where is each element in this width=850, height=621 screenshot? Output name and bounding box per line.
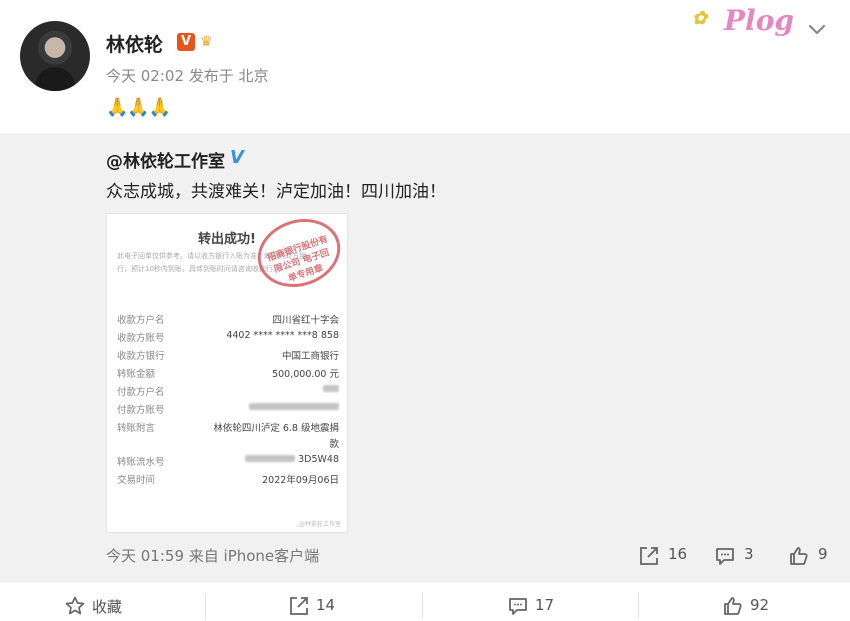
divider bbox=[638, 593, 639, 619]
like-count: 9 bbox=[818, 545, 828, 563]
divider bbox=[205, 593, 206, 619]
redacted-value bbox=[323, 384, 339, 395]
repost-text: 众志成城，共渡难关！泸定加油！四川加油！ bbox=[106, 182, 446, 202]
post-meta: 今天 02:02 发布于 北京 bbox=[106, 67, 269, 85]
verified-badge-icon: V bbox=[230, 147, 244, 168]
username[interactable]: 林依轮 bbox=[106, 30, 163, 57]
plog-sticker: ✿ Plog bbox=[692, 4, 794, 44]
favorite-label: 收藏 bbox=[92, 598, 123, 616]
row-value: 款 bbox=[329, 439, 339, 450]
stamp-text: 招商银行股份有限公司 电子回单专用章 bbox=[266, 234, 331, 285]
repost-card[interactable]: @林依轮工作室 V 众志成城，共渡难关！泸定加油！四川加油！ 转出成功! 此电子… bbox=[0, 133, 850, 583]
row-label: 收款方银行 bbox=[117, 351, 165, 362]
row-label: 付款方账号 bbox=[117, 405, 165, 416]
redacted-value bbox=[249, 402, 339, 413]
thumbs-up-icon bbox=[724, 597, 742, 615]
row-value: 四川省红十字会 bbox=[272, 315, 339, 326]
post-text: 🙏🙏🙏 bbox=[106, 97, 171, 118]
row-value: 林依轮四川泸定 6.8 级地震捐 bbox=[213, 423, 339, 434]
like-count: 92 bbox=[750, 596, 770, 614]
thumbs-up-icon bbox=[790, 547, 808, 565]
action-bar: 收藏 14 17 92 bbox=[0, 583, 850, 621]
row-value: 4402 **** **** ***8 858 bbox=[226, 330, 339, 341]
vip-badge[interactable]: V bbox=[177, 33, 195, 51]
stamp-seal: 招商银行股份有限公司 电子回单专用章 bbox=[248, 208, 350, 298]
row-value: 2022年09月06日 bbox=[262, 475, 339, 486]
forward-count: 16 bbox=[668, 545, 688, 563]
row-label: 收款方户名 bbox=[117, 315, 165, 326]
share-icon bbox=[640, 547, 658, 565]
receipt-watermark: @林依轮工作室 bbox=[298, 521, 341, 528]
avatar[interactable] bbox=[20, 21, 90, 91]
share-icon bbox=[290, 597, 308, 615]
repost-author[interactable]: @林依轮工作室 bbox=[106, 147, 225, 172]
divider bbox=[422, 593, 423, 619]
row-label: 转账流水号 bbox=[117, 457, 165, 468]
receipt-image[interactable]: 转出成功! 此电子回单仅供参考。请以收方银行入账为准，如已到对方银行，预计10秒… bbox=[106, 208, 350, 533]
comment-count: 17 bbox=[535, 596, 555, 614]
repost-count: 14 bbox=[316, 596, 336, 614]
row-label: 交易时间 bbox=[117, 475, 156, 486]
repost-source: 今天 01:59 来自 iPhone客户端 bbox=[106, 547, 320, 565]
crown-badge-icon[interactable]: ♛ bbox=[200, 32, 224, 52]
comment-icon bbox=[509, 598, 527, 615]
serial-suffix: 3D5W48 bbox=[298, 454, 339, 465]
row-label: 转账附言 bbox=[117, 423, 156, 434]
post-header: 林依轮 V ♛ 今天 02:02 发布于 北京 🙏🙏🙏 ✿ Plog bbox=[0, 0, 850, 133]
row-label: 转账金额 bbox=[117, 369, 156, 380]
flower-icon: ✿ bbox=[692, 8, 708, 29]
row-label: 付款方户名 bbox=[117, 387, 165, 398]
chevron-down-icon[interactable] bbox=[806, 18, 828, 40]
row-value: 3D5W48 bbox=[245, 454, 339, 465]
row-value: 中国工商银行 bbox=[281, 351, 339, 362]
comment-count: 3 bbox=[744, 545, 754, 563]
star-icon bbox=[65, 596, 85, 615]
row-value: 500,000.00 元 bbox=[272, 369, 339, 380]
row-label: 收款方账号 bbox=[117, 333, 165, 344]
comment-icon bbox=[716, 548, 734, 565]
plog-label: Plog bbox=[724, 4, 794, 37]
